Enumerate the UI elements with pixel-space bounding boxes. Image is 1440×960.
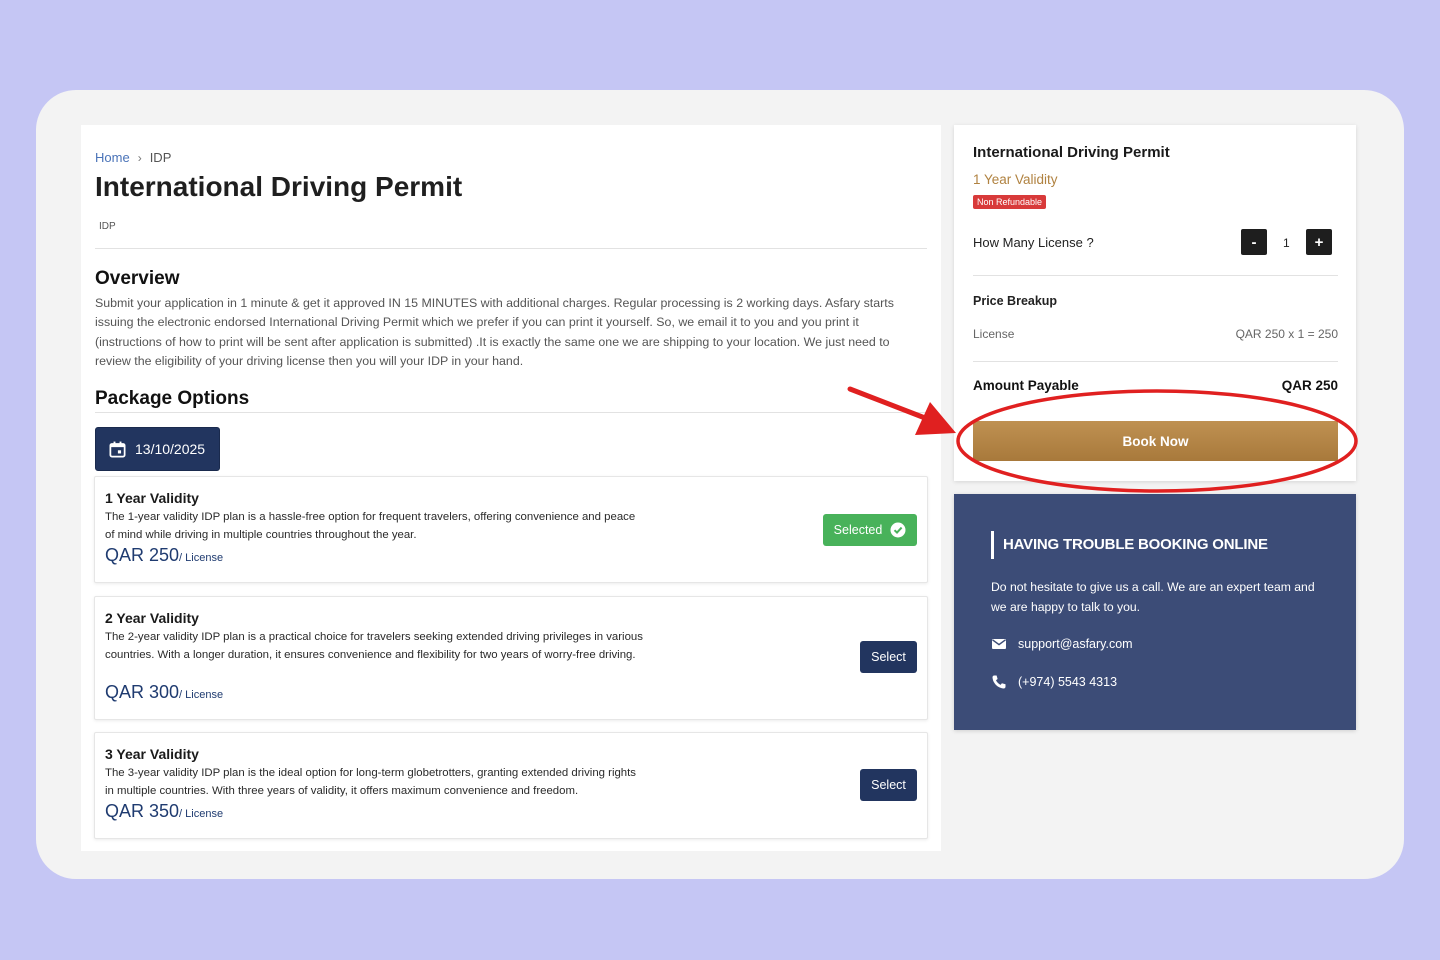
package-selected-button[interactable]: Selected (823, 514, 917, 546)
selected-label: Selected (833, 523, 883, 537)
amount-payable-label: Amount Payable (973, 378, 1079, 393)
page-tag: IDP (99, 221, 116, 232)
divider (95, 412, 927, 413)
package-options-heading: Package Options (95, 388, 250, 409)
overview-heading: Overview (95, 268, 180, 289)
email-text: support@asfary.com (1018, 637, 1133, 651)
date-picker-button[interactable]: 13/10/2025 (95, 427, 220, 471)
help-title: HAVING TROUBLE BOOKING ONLINE (1003, 536, 1268, 553)
overview-text: Submit your application in 1 minute & ge… (95, 296, 894, 369)
support-phone[interactable]: (+974) 5543 4313 (991, 674, 1117, 690)
page-title: International Driving Permit (95, 171, 463, 202)
package-price: QAR 350/ License (105, 801, 223, 822)
price-unit: / License (179, 808, 224, 820)
breadcrumb-current: IDP (149, 150, 172, 165)
quantity-decrease-button[interactable]: - (1241, 229, 1267, 255)
mail-icon (992, 639, 1006, 649)
divider (973, 275, 1338, 276)
help-accent-bar (991, 531, 994, 559)
price-unit: / License (179, 689, 224, 701)
price-amount: QAR 300 (105, 682, 180, 702)
breadcrumb: Home › IDP (95, 150, 171, 165)
quantity-increase-button[interactable]: + (1306, 229, 1332, 255)
package-description: The 3-year validity IDP plan is the idea… (105, 767, 637, 797)
package-card-1-year[interactable]: 1 Year Validity The 1-year validity IDP … (94, 476, 928, 583)
breadcrumb-home-link[interactable]: Home (95, 150, 130, 165)
book-now-button[interactable]: Book Now (973, 421, 1338, 461)
amount-payable-value: QAR 250 (1281, 378, 1338, 393)
package-name: 3 Year Validity (105, 746, 199, 762)
package-price: QAR 300/ License (105, 682, 223, 703)
package-card-2-year[interactable]: 2 Year Validity The 2-year validity IDP … (94, 596, 928, 720)
price-amount: QAR 250 (105, 545, 180, 565)
divider (973, 361, 1338, 362)
package-description: The 2-year validity IDP plan is a practi… (105, 631, 643, 661)
license-label: License (973, 327, 1015, 341)
breadcrumb-separator: › (137, 150, 142, 165)
support-email[interactable]: support@asfary.com (991, 636, 1133, 652)
license-calculation: QAR 250 x 1 = 250 (1235, 327, 1338, 341)
price-breakup-heading: Price Breakup (973, 294, 1058, 308)
price-unit: / License (179, 552, 224, 564)
calendar-icon (109, 441, 126, 457)
package-name: 1 Year Validity (105, 490, 199, 506)
package-description: The 1-year validity IDP plan is a hassle… (105, 511, 636, 541)
price-amount: QAR 350 (105, 801, 180, 821)
selected-date: 13/10/2025 (135, 441, 206, 457)
summary-title: International Driving Permit (973, 144, 1170, 161)
quantity-value: 1 (1283, 236, 1290, 250)
help-text: Do not hesitate to give us a call. We ar… (991, 580, 1315, 614)
divider (95, 248, 927, 249)
phone-icon (992, 675, 1006, 689)
check-circle-icon (890, 522, 906, 538)
package-select-button[interactable]: Select (860, 769, 917, 801)
non-refundable-badge: Non Refundable (973, 195, 1047, 209)
package-select-button[interactable]: Select (860, 641, 917, 673)
package-card-3-year[interactable]: 3 Year Validity The 3-year validity IDP … (94, 732, 928, 839)
package-name: 2 Year Validity (105, 610, 199, 626)
package-price: QAR 250/ License (105, 545, 223, 566)
summary-validity: 1 Year Validity (973, 172, 1058, 187)
quantity-label: How Many License ? (973, 235, 1094, 250)
phone-text: (+974) 5543 4313 (1018, 675, 1118, 689)
